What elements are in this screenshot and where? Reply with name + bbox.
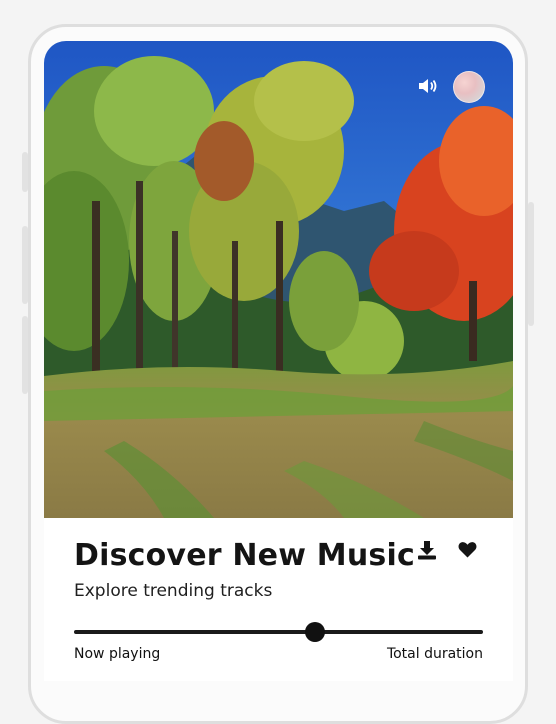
now-playing-label: Now playing [74,646,161,662]
album-artwork [44,41,513,518]
track-subtitle: Explore trending tracks [74,581,273,601]
progress-thumb[interactable] [305,622,326,642]
track-title: Discover New Music [74,538,415,573]
power-button [528,202,534,326]
total-duration-label: Total duration [386,646,483,662]
heart-icon[interactable] [458,541,477,558]
download-icon[interactable] [417,540,437,560]
volume-icon[interactable] [418,77,438,95]
track-info-panel: Discover New Music Explore trending trac… [44,518,513,681]
phone-screen: Discover New Music Explore trending trac… [44,41,513,681]
progress-bar[interactable] [74,630,483,634]
avatar[interactable] [453,71,485,103]
